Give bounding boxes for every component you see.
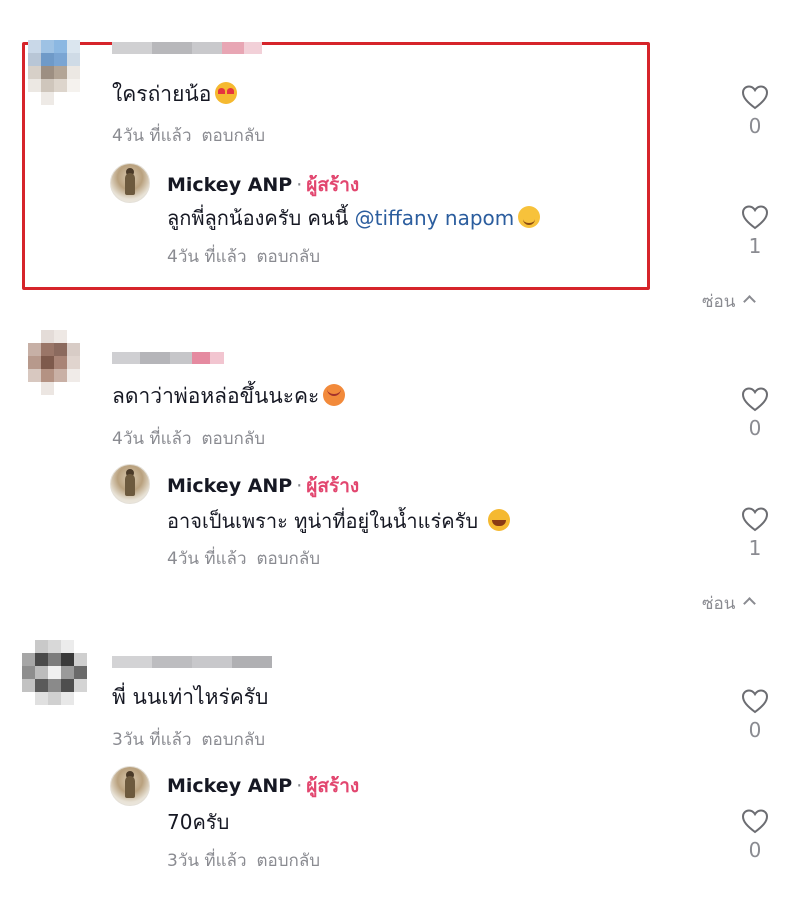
comment-text: ใครถ่ายน้อ xyxy=(112,81,238,107)
comment-meta: 4วัน ที่แล้ว ตอบกลับ xyxy=(112,122,265,149)
author-name[interactable]: Mickey ANP xyxy=(167,775,292,797)
creator-badge: ผู้สร้าง xyxy=(306,174,360,196)
reply-author: Mickey ANP · ผู้สร้าง xyxy=(167,170,359,200)
creator-avatar[interactable] xyxy=(110,163,150,203)
avatar-blurred[interactable] xyxy=(28,40,100,112)
creator-badge: ผู้สร้าง xyxy=(306,475,360,497)
highlight-frame xyxy=(22,42,650,290)
love-eyes-emoji xyxy=(215,82,238,104)
like-count: 0 xyxy=(748,114,762,138)
timestamp: 4วัน ที่แล้ว xyxy=(167,247,247,267)
creator-avatar[interactable] xyxy=(110,464,150,504)
like-button[interactable]: 0 xyxy=(740,808,770,862)
heart-outline-icon xyxy=(741,809,769,834)
username-blurred[interactable] xyxy=(112,352,224,364)
avatar-blurred[interactable] xyxy=(28,330,100,402)
like-button[interactable]: 0 xyxy=(740,688,770,742)
comment-text: ลดาว่าพ่อหล่อขึ้นนะคะ xyxy=(112,383,346,409)
like-button[interactable]: 0 xyxy=(740,386,770,440)
timestamp: 3วัน ที่แล้ว xyxy=(112,730,192,750)
reply-button[interactable]: ตอบกลับ xyxy=(202,730,266,750)
separator: · xyxy=(296,775,303,797)
author-name[interactable]: Mickey ANP xyxy=(167,174,292,196)
reply-text: ลูกพี่ลูกน้องครับ คนนี้ @tiffany napom xyxy=(167,202,541,234)
like-button[interactable]: 0 xyxy=(740,84,770,138)
reply-meta: 3วัน ที่แล้ว ตอบกลับ xyxy=(167,847,320,874)
username-blurred[interactable] xyxy=(112,656,272,668)
smile-emoji xyxy=(518,206,541,228)
like-count: 1 xyxy=(748,536,762,560)
comment-meta: 4วัน ที่แล้ว ตอบกลับ xyxy=(112,425,265,452)
avatar-figure-body xyxy=(125,776,135,798)
timestamp: 3วัน ที่แล้ว xyxy=(167,851,247,871)
mention-link[interactable]: @tiffany napom xyxy=(355,206,515,230)
hide-replies-button[interactable]: ซ่อน xyxy=(702,590,757,617)
heart-outline-icon xyxy=(741,689,769,714)
chevron-up-icon xyxy=(743,295,757,308)
reply-author: Mickey ANP · ผู้สร้าง xyxy=(167,771,359,801)
reply-text: อาจเป็นเพราะ ทูน่าที่อยู่ในน้ำแร่ครับ xyxy=(167,505,511,537)
reply-button[interactable]: ตอบกลับ xyxy=(257,247,321,267)
like-button[interactable]: 1 xyxy=(740,204,770,258)
reply-author: Mickey ANP · ผู้สร้าง xyxy=(167,471,359,501)
avatar-blurred[interactable] xyxy=(22,640,94,712)
comment-text: พี่ นนเท่าไหร่ครับ xyxy=(112,685,269,709)
like-button[interactable]: 1 xyxy=(740,506,770,560)
comment-meta: 3วัน ที่แล้ว ตอบกลับ xyxy=(112,726,265,753)
separator: · xyxy=(296,475,303,497)
reply-button[interactable]: ตอบกลับ xyxy=(202,429,266,449)
reply-meta: 4วัน ที่แล้ว ตอบกลับ xyxy=(167,545,320,572)
author-name[interactable]: Mickey ANP xyxy=(167,475,292,497)
timestamp: 4วัน ที่แล้ว xyxy=(112,126,192,146)
timestamp: 4วัน ที่แล้ว xyxy=(112,429,192,449)
avatar-figure-body xyxy=(125,173,135,195)
blushing-hearts-emoji xyxy=(323,384,346,406)
creator-avatar[interactable] xyxy=(110,766,150,806)
reply-meta: 4วัน ที่แล้ว ตอบกลับ xyxy=(167,243,320,270)
heart-outline-icon xyxy=(741,387,769,412)
reply-button[interactable]: ตอบกลับ xyxy=(257,549,321,569)
avatar-figure-body xyxy=(125,474,135,496)
reply-button[interactable]: ตอบกลับ xyxy=(202,126,266,146)
heart-outline-icon xyxy=(741,507,769,532)
like-count: 0 xyxy=(748,416,762,440)
like-count: 0 xyxy=(748,718,762,742)
like-count: 0 xyxy=(748,838,762,862)
heart-outline-icon xyxy=(741,205,769,230)
reply-text: 70ครับ xyxy=(167,810,230,834)
timestamp: 4วัน ที่แล้ว xyxy=(167,549,247,569)
reply-button[interactable]: ตอบกลับ xyxy=(257,851,321,871)
username-blurred[interactable] xyxy=(112,42,262,54)
chevron-up-icon xyxy=(743,597,757,610)
grin-emoji xyxy=(488,509,511,531)
creator-badge: ผู้สร้าง xyxy=(306,775,360,797)
heart-outline-icon xyxy=(741,85,769,110)
hide-replies-button[interactable]: ซ่อน xyxy=(702,288,757,315)
separator: · xyxy=(296,174,303,196)
like-count: 1 xyxy=(748,234,762,258)
